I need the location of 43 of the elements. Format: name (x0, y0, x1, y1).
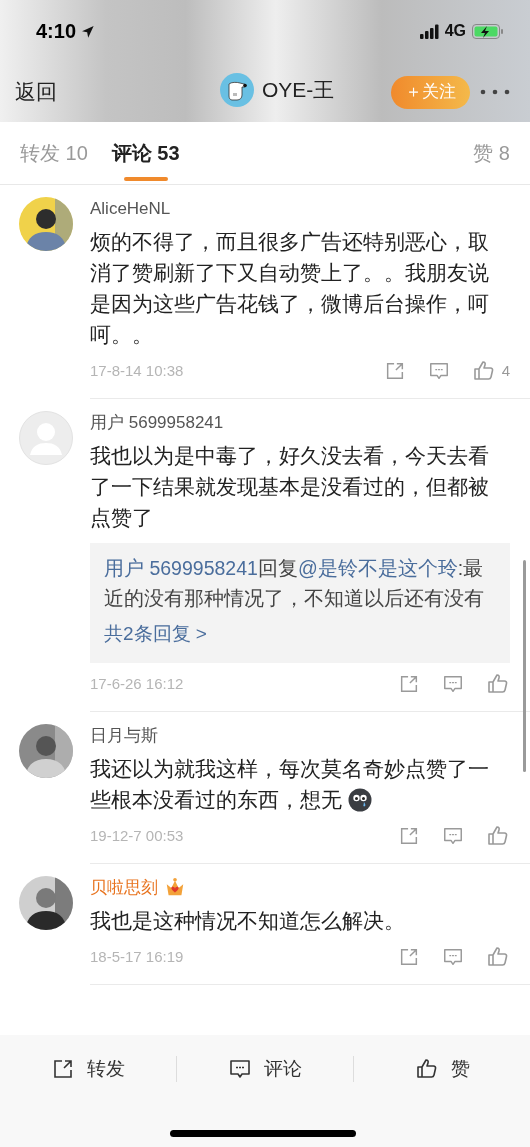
like-icon[interactable] (486, 945, 510, 969)
status-time: 4:10 (36, 19, 77, 44)
user-name[interactable]: AliceHeNL (90, 196, 171, 222)
like-count: 4 (501, 360, 510, 381)
comment-text: 我也以为是中毒了，好久没去看，今天去看了一下结果就发现基本是没看过的，但都被点赞了 (90, 444, 489, 529)
network-label: 4G (444, 21, 466, 41)
more-icon[interactable] (480, 89, 510, 95)
comment-time: 17-8-14 10:38 (90, 360, 184, 381)
comment-icon[interactable] (427, 360, 450, 382)
comment-text: 烦的不得了，而且很多广告还特别恶心，取消了赞刷新了下又自动赞上了。。我朋友说是因为这些广告花钱了，微博后台操作，呵呵。。 (90, 230, 489, 346)
comment-text: 我也是这种情况不知道怎么解决。 (90, 909, 405, 932)
battery-charging-icon (472, 23, 504, 39)
reply-text: 用户 5699958241回复@是铃不是这个玲:最近的没有那种情况了，不知道以后还有没有 (104, 556, 485, 611)
share-icon (51, 1057, 75, 1081)
like-icon[interactable] (486, 824, 510, 848)
toolbar-button[interactable]: 转发 (51, 1054, 125, 1084)
profile-name[interactable]: OYE-王 (262, 74, 335, 106)
dog-avatar-icon[interactable] (220, 73, 254, 107)
user-name[interactable]: 用户 5699958241 (90, 410, 224, 436)
comment-icon[interactable] (442, 825, 464, 847)
user-name[interactable]: 日月与斯 (90, 723, 158, 749)
like-icon[interactable] (471, 359, 496, 383)
signal-icon (419, 23, 439, 39)
user-link[interactable]: 用户 5699958241 (104, 557, 258, 579)
comment-time: 17-6-26 16:12 (90, 673, 184, 694)
comment-text: 我还以为就我这样，每次莫名奇妙点赞了一些根本没看过的东西，想无 (90, 757, 489, 811)
back-link[interactable]: 返回 (15, 76, 57, 108)
tab[interactable]: 评论 53 (111, 121, 180, 185)
comment-icon[interactable] (442, 946, 464, 968)
toolbar-button[interactable]: 赞 (414, 1054, 470, 1084)
mention-link[interactable]: @是铃不是这个玲 (297, 557, 458, 579)
like-icon[interactable] (486, 672, 510, 696)
share-icon[interactable] (398, 946, 420, 968)
comment-time: 18-5-17 16:19 (90, 946, 184, 967)
comment-time: 19-12-7 00:53 (90, 825, 184, 846)
more-replies-link[interactable]: 共2条回复 > (104, 619, 496, 649)
comment-icon (228, 1057, 252, 1081)
like-icon (414, 1057, 439, 1081)
share-icon[interactable] (398, 673, 420, 695)
scrollbar[interactable] (523, 560, 526, 772)
toolbar-button[interactable]: 评论 (228, 1054, 302, 1084)
comment-icon[interactable] (442, 673, 464, 695)
share-icon[interactable] (398, 825, 420, 847)
